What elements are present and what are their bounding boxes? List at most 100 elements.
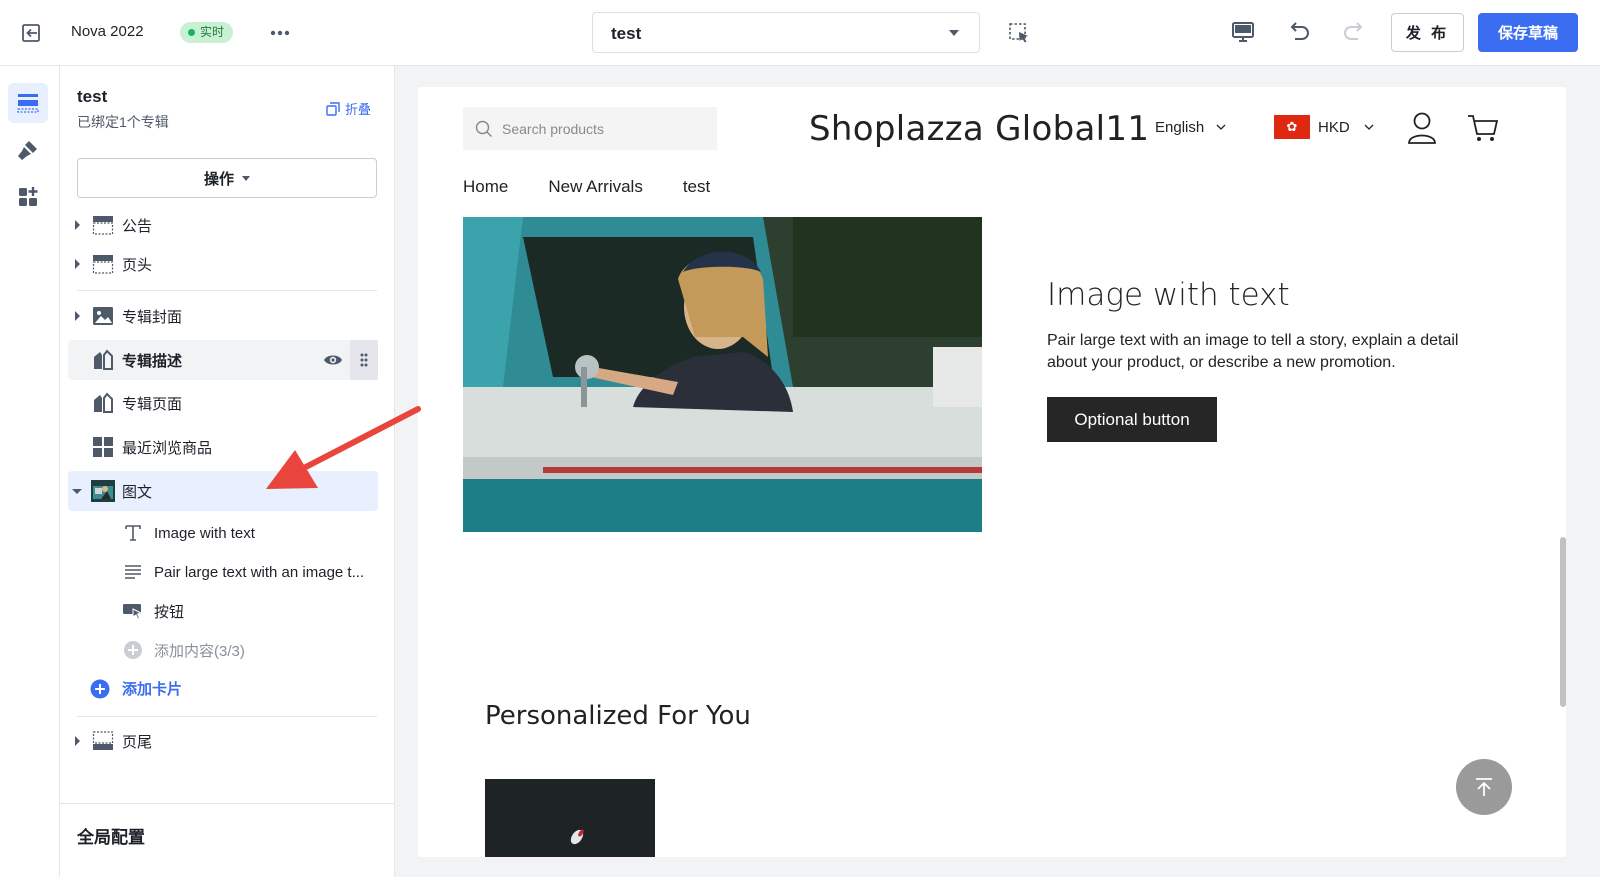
divider: [77, 290, 377, 291]
block-label: Image with text: [154, 524, 255, 542]
main-navigation: Home New Arrivals test: [463, 177, 710, 197]
rail-apps[interactable]: [8, 177, 48, 217]
redo-icon[interactable]: [1340, 18, 1368, 46]
image-with-text-photo: [463, 217, 982, 532]
block-heading[interactable]: Image with text: [122, 514, 382, 552]
storefront-preview: Search products Shoplazza Global11 Engli…: [418, 87, 1566, 857]
currency-selector[interactable]: ✿ HKD: [1274, 115, 1374, 139]
operations-label: 操作: [203, 170, 234, 188]
live-dot-icon: [188, 29, 195, 36]
grid-icon: [90, 434, 116, 460]
section-layout-icon: [90, 251, 116, 277]
section-image-with-text[interactable]: 图文: [68, 471, 378, 511]
top-bar: Nova 2022 实时 test 发 布 保存草稿: [0, 0, 1600, 66]
block-button[interactable]: 按钮: [122, 592, 382, 630]
page-selector[interactable]: test: [592, 12, 980, 53]
collapse-label: 折叠: [345, 102, 372, 117]
rail-sections[interactable]: [8, 83, 48, 123]
section-layout-icon: [90, 728, 116, 754]
divider: [77, 716, 377, 717]
global-config-label: 全局配置: [77, 828, 145, 847]
operations-dropdown[interactable]: 操作: [77, 158, 377, 198]
optional-button[interactable]: Optional button: [1047, 397, 1217, 442]
image-with-text-heading[interactable]: Image with text: [1047, 277, 1290, 313]
section-layout-icon: [90, 212, 116, 238]
section-label: 图文: [122, 483, 153, 501]
chevron-down-icon: [949, 30, 959, 36]
left-icon-rail: [0, 66, 60, 877]
block-label: Pair large text with an image t...: [154, 563, 365, 581]
section-collection-banner[interactable]: 专辑封面: [68, 296, 378, 336]
sections-panel: test 已绑定1个专辑 折叠 操作 公告 页头 专辑封面 专辑描述 专辑页面 …: [60, 66, 395, 877]
plus-circle-icon: [90, 679, 110, 698]
collapse-icon: [326, 101, 340, 116]
section-label: 专辑描述: [122, 352, 183, 370]
panel-subtitle: 已绑定1个专辑: [77, 114, 169, 130]
publish-button[interactable]: 发 布: [1391, 13, 1464, 52]
personalized-heading: Personalized For You: [485, 701, 751, 731]
section-label: 页尾: [122, 733, 153, 751]
add-content-button[interactable]: 添加内容(3/3): [122, 631, 382, 669]
search-placeholder: Search products: [502, 120, 604, 137]
nav-item-home[interactable]: Home: [463, 177, 508, 197]
drag-handle-icon[interactable]: [350, 340, 378, 380]
hong-kong-flag-icon: ✿: [1274, 115, 1310, 139]
expand-arrow-icon[interactable]: [68, 220, 86, 230]
expand-arrow-icon[interactable]: [68, 736, 86, 746]
image-icon: [90, 303, 116, 329]
section-label: 专辑页面: [122, 395, 183, 413]
expand-arrow-icon[interactable]: [68, 259, 86, 269]
product-card-image[interactable]: [485, 779, 655, 857]
caret-down-icon: [242, 175, 250, 181]
section-label: 页头: [122, 256, 153, 274]
shopping-bag-icon: [90, 390, 116, 416]
block-text[interactable]: Pair large text with an image t...: [122, 553, 382, 591]
section-collection-description[interactable]: 专辑描述: [68, 340, 378, 380]
nav-item-new-arrivals[interactable]: New Arrivals: [548, 177, 642, 197]
add-card-button[interactable]: 添加卡片: [90, 678, 182, 699]
section-label: 最近浏览商品: [122, 439, 213, 457]
eye-icon[interactable]: [322, 349, 344, 371]
exit-icon[interactable]: [20, 22, 42, 44]
section-announcement[interactable]: 公告: [68, 205, 378, 245]
more-options-icon[interactable]: [268, 22, 292, 44]
section-label: 专辑封面: [122, 308, 183, 326]
chevron-down-icon: [1216, 124, 1226, 130]
image-with-text-body[interactable]: Pair large text with an image to tell a …: [1047, 330, 1487, 374]
currency-value: HKD: [1318, 118, 1350, 136]
apps-add-icon: [19, 187, 38, 206]
section-recently-viewed[interactable]: 最近浏览商品: [68, 427, 378, 467]
chevron-down-icon: [1364, 124, 1374, 130]
global-config[interactable]: 全局配置: [60, 803, 395, 877]
section-collection-page[interactable]: 专辑页面: [68, 383, 378, 423]
paragraph-icon: [122, 561, 144, 583]
search-icon: [475, 120, 492, 137]
language-selector[interactable]: English: [1155, 119, 1226, 136]
panel-title: test: [77, 87, 108, 106]
expand-arrow-icon[interactable]: [68, 311, 86, 321]
collapse-button[interactable]: 折叠: [326, 99, 371, 118]
button-cursor-icon: [122, 600, 144, 622]
section-header[interactable]: 页头: [68, 244, 378, 284]
brush-icon: [18, 141, 37, 160]
live-status-badge: 实时: [180, 22, 234, 43]
nav-item-test[interactable]: test: [683, 177, 710, 197]
store-brand[interactable]: Shoplazza Global11: [809, 109, 1149, 149]
section-footer[interactable]: 页尾: [68, 721, 378, 761]
desktop-preview-icon[interactable]: [1229, 18, 1257, 46]
account-icon[interactable]: [1406, 111, 1438, 145]
back-to-top-button[interactable]: [1456, 759, 1512, 815]
add-content-label: 添加内容(3/3): [154, 642, 245, 660]
element-select-icon[interactable]: [1008, 22, 1030, 44]
layout-sections-icon: [17, 94, 39, 113]
undo-icon[interactable]: [1285, 18, 1313, 46]
preview-scrollbar[interactable]: [1560, 537, 1566, 707]
collapse-arrow-icon[interactable]: [68, 488, 86, 494]
cart-icon[interactable]: [1466, 112, 1500, 144]
live-badge-label: 实时: [200, 25, 225, 39]
rail-theme-settings[interactable]: [8, 130, 48, 170]
page-selector-value: test: [611, 24, 642, 43]
save-draft-button[interactable]: 保存草稿: [1478, 13, 1578, 52]
plus-circle-icon: [122, 639, 144, 661]
search-input[interactable]: Search products: [463, 107, 717, 150]
